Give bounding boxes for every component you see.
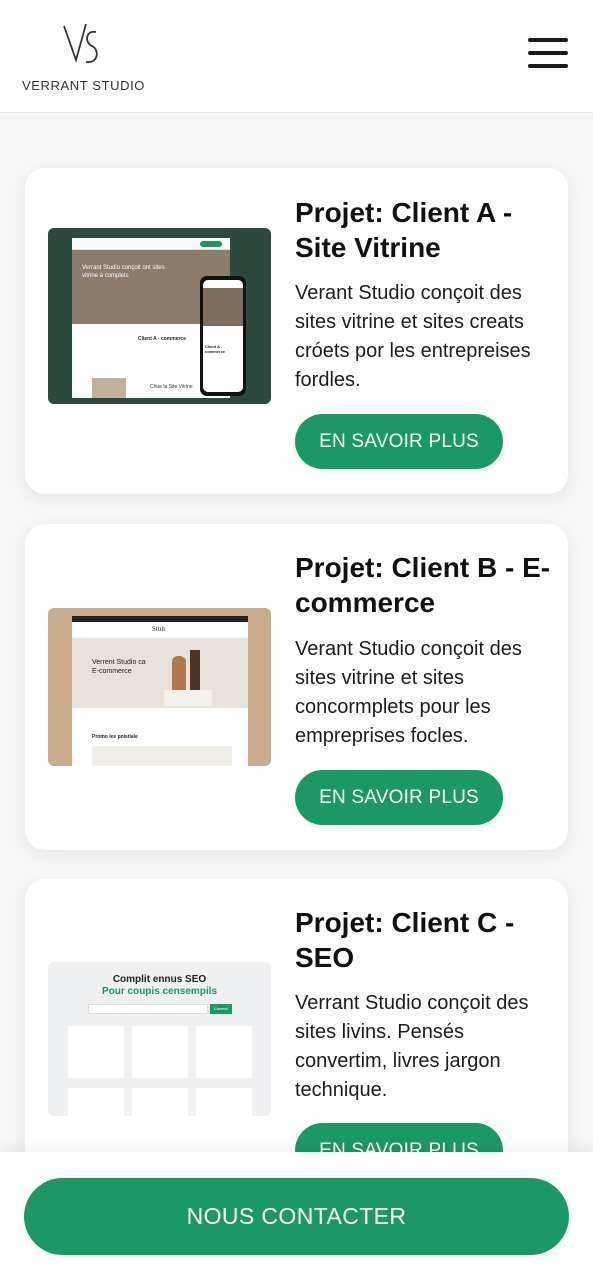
contact-us-button[interactable]: NOUS CONTACTER xyxy=(24,1178,569,1255)
project-title: Projet: Client B - E-commerce xyxy=(295,552,551,618)
learn-more-button[interactable]: EN SAVOIR PLUS xyxy=(295,414,503,469)
project-title: Projet: Client A - Site Vitrine xyxy=(295,197,513,263)
project-description: Verant Studio conçoit des sites vitrine … xyxy=(295,638,522,747)
preview-subheading: Pour coupis censempils xyxy=(101,986,218,997)
project-description: Verant Studio conçoit des sites vitrine … xyxy=(295,282,531,391)
preview-hero-text: Verrant Studio conçoit ont sites vitrine… xyxy=(82,265,165,279)
project-card-client-b: Stuit Verrent Studio ca E-commerce Promo… xyxy=(25,524,568,850)
preview-brand: Stuit xyxy=(152,625,166,633)
preview-search-button: Commit xyxy=(210,1004,232,1014)
project-preview-image-b: Stuit Verrent Studio ca E-commerce Promo… xyxy=(48,608,271,766)
project-description: Verrant Studio conçoit des sites livins.… xyxy=(295,992,529,1101)
preview-hero-text-b: Verrent Studio ca E-commerce xyxy=(92,659,146,675)
hamburger-menu-icon[interactable] xyxy=(528,36,570,72)
top-header: VERRANT STUDIO xyxy=(0,0,593,113)
preview-heading: Complit ennus SEO xyxy=(112,974,207,985)
preview-products-title: Promo les pnistiale xyxy=(92,734,138,740)
vs-monogram-logo xyxy=(63,23,98,63)
project-preview-image-a: Verrant Studio conçoit ont sites vitrine… xyxy=(48,228,271,404)
project-title: Projet: Client C - SEO xyxy=(295,907,515,973)
preview-section-title: Client A - commerce xyxy=(138,336,186,342)
project-card-client-a: Verrant Studio conçoit ont sites vitrine… xyxy=(25,168,568,494)
project-preview-image-c: Complit ennus SEO Pour coupis censempils… xyxy=(48,962,271,1116)
preview-phone-title: Client A - commerce xyxy=(205,344,226,354)
brand-logo[interactable]: VERRANT STUDIO xyxy=(22,18,146,98)
learn-more-button[interactable]: EN SAVOIR PLUS xyxy=(295,770,503,825)
brand-name: VERRANT STUDIO xyxy=(22,78,146,93)
